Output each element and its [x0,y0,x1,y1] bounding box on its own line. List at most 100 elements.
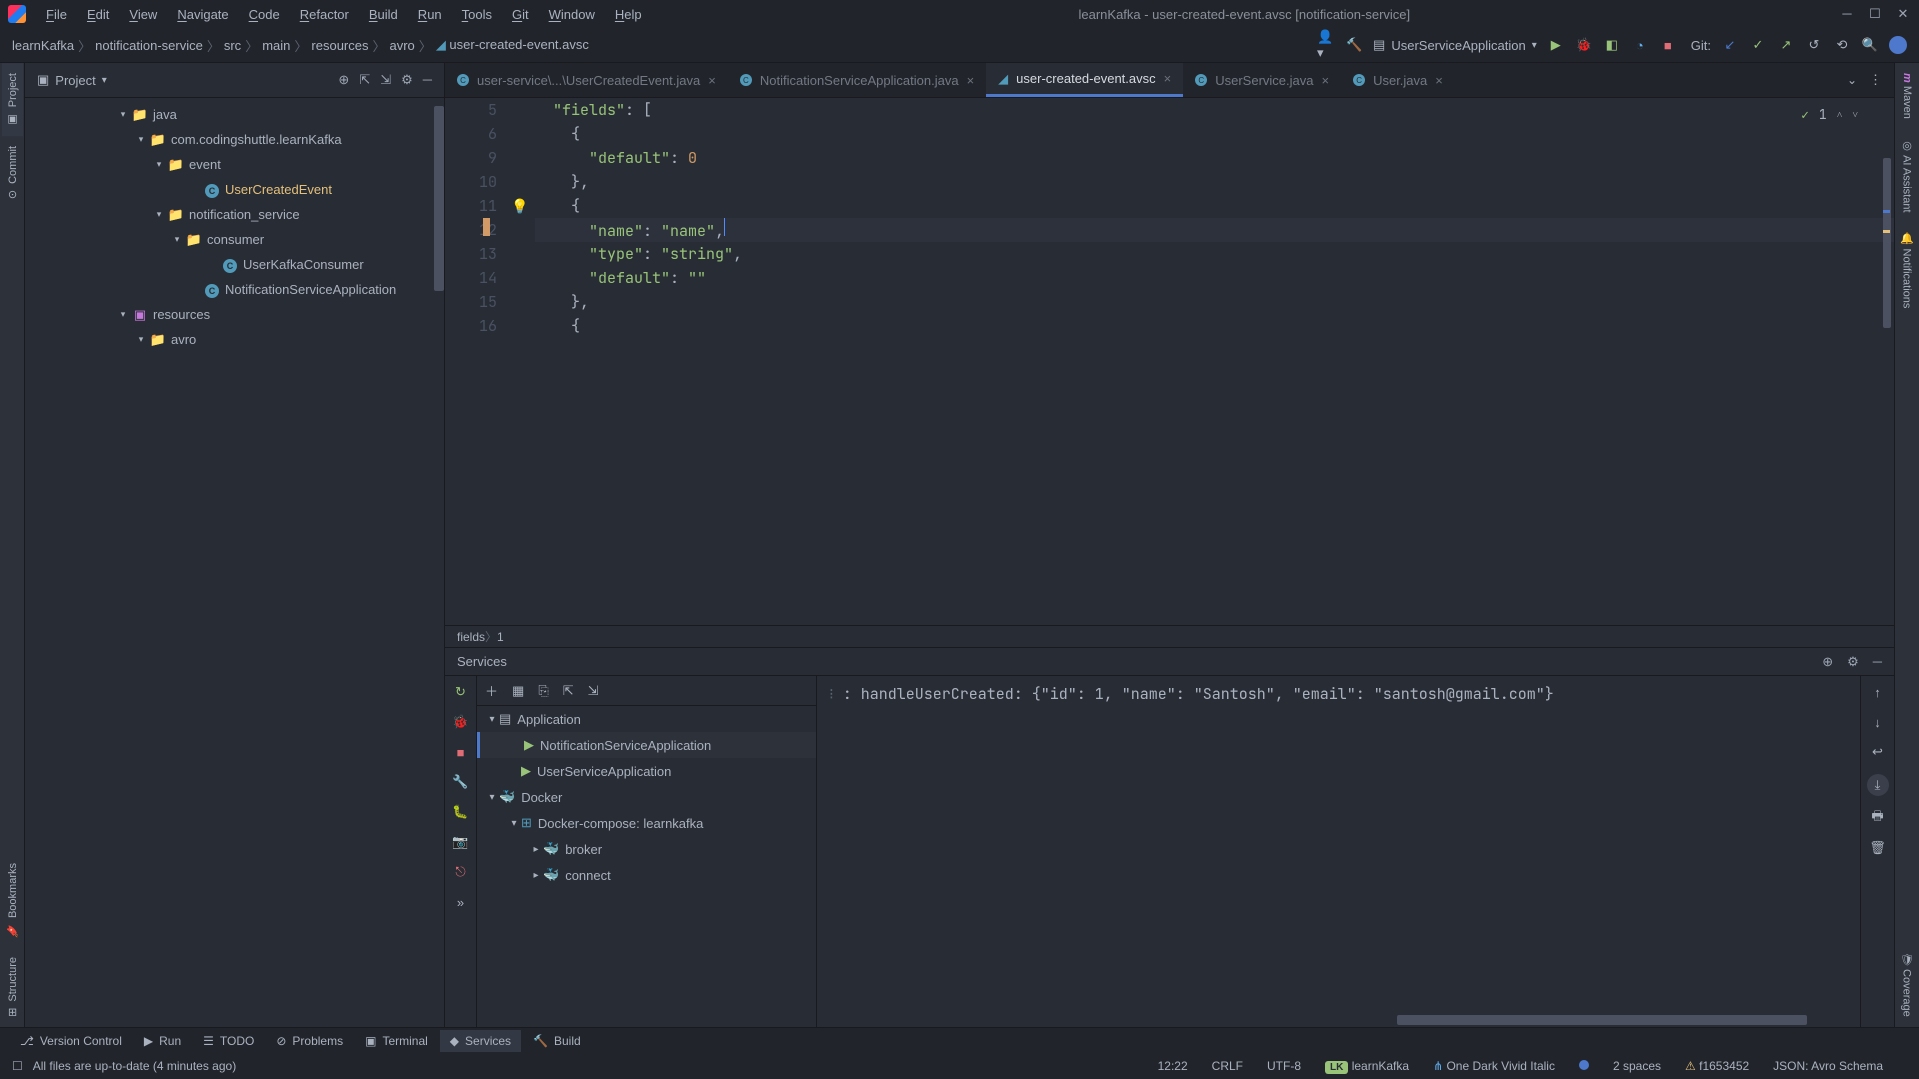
profile-button[interactable]: ◔ [1631,36,1649,54]
tool-version-control[interactable]: ⎇Version Control [10,1030,132,1052]
rollback-icon[interactable]: ⟲ [1833,36,1851,54]
editor-tab[interactable]: Cuser-service\...\UserCreatedEvent.java× [445,63,728,97]
clear-icon[interactable]: 🗑 [1870,840,1886,856]
debug-button[interactable]: 🐞 [1575,36,1593,54]
menu-tools[interactable]: Tools [454,3,500,26]
run-button[interactable]: ▶ [1547,36,1565,54]
code-line[interactable]: "type": "string", [535,242,1894,266]
sync-icon[interactable]: ☐ [12,1059,23,1073]
git-pull-icon[interactable]: ↙ [1721,36,1739,54]
git-push-icon[interactable]: ↗ [1777,36,1795,54]
tree-item[interactable]: ▾📁notification_service [25,202,444,227]
breadcrumb[interactable]: learnKafka〉notification-service〉src〉main… [12,36,589,55]
tree-item[interactable]: ▾📁consumer [25,227,444,252]
minimize-button[interactable]: ─ [1839,6,1855,22]
filter-icon[interactable]: ⎘ [538,683,548,699]
status-theme[interactable]: ⋔ One Dark Vivid Italic [1433,1059,1555,1073]
menu-edit[interactable]: Edit [79,3,117,26]
menu-refactor[interactable]: Refactor [292,3,357,26]
breadcrumb-item[interactable]: ◢ user-created-event.avsc [436,37,589,53]
scroll-down-icon[interactable]: ↓ [1870,714,1886,730]
services-console[interactable]: ⁝ : handleUserCreated: {"id": 1, "name":… [817,676,1860,1027]
menu-view[interactable]: View [121,3,165,26]
wrench-icon[interactable]: 🔧 [453,774,469,790]
build-hammer-icon[interactable]: 🔨 [1345,36,1363,54]
scroll-end-icon[interactable]: ⤓ [1867,774,1889,796]
menu-run[interactable]: Run [410,3,450,26]
tool-run[interactable]: ▶Run [134,1030,191,1052]
coverage-button[interactable]: ◧ [1603,36,1621,54]
settings-icon[interactable]: ⚙ [401,72,413,88]
status-lang[interactable]: JSON: Avro Schema [1773,1059,1883,1073]
breadcrumb-item[interactable]: notification-service [95,38,203,53]
camera-icon[interactable]: 📷 [453,834,469,850]
code-line[interactable]: }, [535,290,1894,314]
more-icon[interactable]: » [453,894,469,910]
services-hide-icon[interactable]: ─ [1873,654,1882,670]
tool-todo[interactable]: ☰TODO [193,1030,264,1052]
code-line[interactable]: { [535,194,1894,218]
service-tree-item[interactable]: ▾▤Application [477,706,816,732]
breadcrumb-item[interactable]: src [224,38,241,53]
service-tree-item[interactable]: ▶UserServiceApplication [477,758,816,784]
tree-item[interactable]: CUserKafkaConsumer [25,252,444,277]
editor-tab[interactable]: CUser.java× [1341,63,1455,97]
tree-item[interactable]: ▾▣resources [25,302,444,327]
code-line[interactable]: "fields": [ [535,98,1894,122]
expand-all-icon[interactable]: ⇱ [359,72,370,88]
status-line-ending[interactable]: CRLF [1212,1059,1243,1073]
menu-help[interactable]: Help [607,3,650,26]
code-breadcrumb[interactable]: fields 〉 1 [445,625,1894,647]
close-tab-icon[interactable]: × [1164,71,1172,86]
project-tool-tab[interactable]: ▣Project [2,63,23,136]
code-line[interactable]: }, [535,170,1894,194]
tab-dropdown-icon[interactable]: ⌄ [1847,73,1857,87]
console-h-scrollbar[interactable] [1397,1015,1807,1025]
close-tab-icon[interactable]: × [708,73,716,88]
menu-build[interactable]: Build [361,3,406,26]
select-opened-icon[interactable]: ⊕ [338,72,349,88]
add-service-icon[interactable]: ＋ [485,681,498,700]
coverage-tab[interactable]: 🛡 Coverage [1897,942,1918,1027]
ai-assistant-tab[interactable]: ◎ AI Assistant [1897,129,1918,223]
close-tab-icon[interactable]: × [967,73,975,88]
status-project[interactable]: LK learnKafka [1325,1059,1409,1073]
code-line[interactable]: { [535,122,1894,146]
services-settings-icon[interactable]: ⚙ [1847,654,1859,670]
tree-item[interactable]: ▾📁avro [25,327,444,352]
intention-bulb-icon[interactable]: 💡 [511,198,528,216]
print-icon[interactable]: 🖶 [1870,810,1886,826]
close-button[interactable]: ✕ [1895,6,1911,22]
svc-collapse-icon[interactable]: ⇲ [588,683,599,699]
account-avatar-icon[interactable] [1889,36,1907,54]
tree-item[interactable]: CUserCreatedEvent [25,177,444,202]
service-tree-item[interactable]: ▾🐳Docker [477,784,816,810]
history-icon[interactable]: ↺ [1805,36,1823,54]
menu-file[interactable]: File [38,3,75,26]
service-tree-item[interactable]: ▾⊞Docker-compose: learnkafka [477,810,816,836]
commit-tool-tab[interactable]: ⊙Commit [2,136,23,209]
rerun-icon[interactable]: ↻ [453,684,469,700]
services-stop-icon[interactable]: ■ [453,744,469,760]
breadcrumb-item[interactable]: main [262,38,290,53]
breadcrumb-item[interactable]: learnKafka [12,38,74,53]
notifications-tab[interactable]: 🔔 Notifications [1897,222,1918,318]
status-encoding[interactable]: UTF-8 [1267,1059,1301,1073]
code-line[interactable]: "default": 0 [535,146,1894,170]
tool-terminal[interactable]: ▣Terminal [355,1030,438,1052]
structure-tool-tab[interactable]: ⊞Structure [2,947,23,1027]
run-config-dropdown[interactable]: ▤ UserServiceApplication ▾ [1373,37,1537,53]
tree-item[interactable]: CNotificationServiceApplication [25,277,444,302]
close-tab-icon[interactable]: × [1321,73,1329,88]
breadcrumb-item[interactable]: resources [311,38,368,53]
editor-tab[interactable]: CNotificationServiceApplication.java× [728,63,986,97]
tree-item[interactable]: ▾📁java [25,102,444,127]
tree-item[interactable]: ▾📁event [25,152,444,177]
grid-icon[interactable]: ▦ [512,683,524,699]
status-commit[interactable]: ⚠ f1653452 [1685,1059,1749,1073]
status-mem-dot[interactable] [1579,1059,1589,1073]
tool-problems[interactable]: ⊘Problems [266,1030,353,1052]
menu-git[interactable]: Git [504,3,537,26]
hide-panel-icon[interactable]: ─ [423,72,432,88]
tool-build[interactable]: 🔨Build [523,1030,591,1052]
